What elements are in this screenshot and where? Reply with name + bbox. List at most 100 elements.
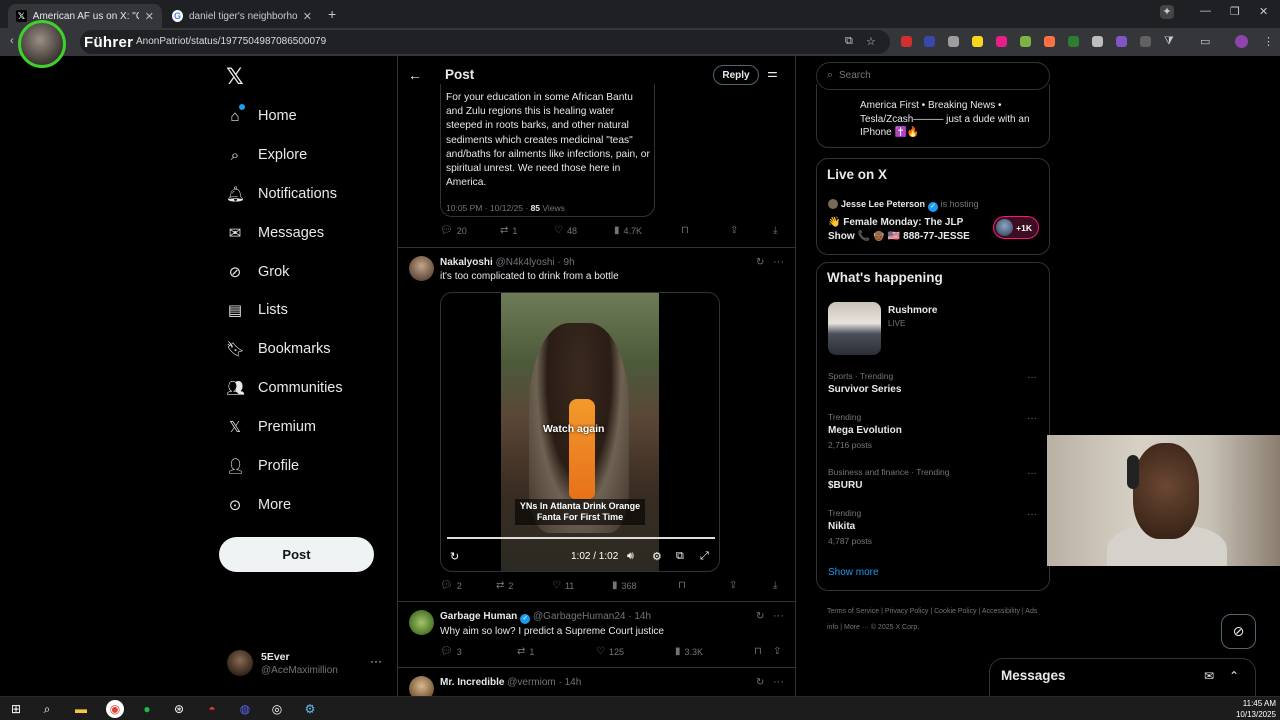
messages-drawer[interactable]: Messages ✉ ⌃ — [989, 658, 1256, 696]
reply-action[interactable]: 💬︎ 2 — [440, 580, 462, 591]
extensions-puzzle-icon[interactable]: ⧩ — [1164, 35, 1174, 48]
account-handle[interactable]: @AceMaximillion — [261, 665, 338, 676]
share-action[interactable]: ⇪ — [730, 225, 742, 236]
trend-more-icon[interactable]: ··· — [1027, 509, 1037, 520]
nav-grok[interactable]: ⊘ Grok — [226, 260, 290, 284]
bookmark-action[interactable]: ⊓ — [678, 580, 690, 591]
trend-more-icon[interactable]: ··· — [1027, 413, 1037, 424]
windows-start-icon[interactable]: ⊞ — [7, 700, 25, 718]
reply-author[interactable]: Garbage Human ✓ @GarbageHuman24 · 14h — [440, 611, 651, 624]
pokeball-icon[interactable]: ◓ — [203, 700, 221, 718]
install-app-icon[interactable]: ⧉ — [845, 35, 853, 48]
extension-icon[interactable] — [901, 36, 912, 47]
views-action[interactable]: ▮ 368 — [612, 580, 637, 591]
bookmark-action[interactable]: ⊓ — [681, 225, 693, 236]
account-name[interactable]: 5Ever — [261, 651, 290, 663]
tab-google[interactable]: G daniel tiger's neighborhood - G ✕ — [164, 4, 320, 28]
trend-more-icon[interactable]: ··· — [1027, 372, 1037, 383]
views-action[interactable]: ▮ 3.3K — [675, 646, 703, 657]
share-action[interactable]: ⇪ — [729, 580, 741, 591]
avatar[interactable] — [409, 610, 434, 635]
system-clock[interactable]: 11:45 AM 10/13/2025 — [1236, 698, 1276, 720]
nav-premium[interactable]: 𝕏 Premium — [226, 415, 316, 439]
nav-messages[interactable]: ✉ Messages — [226, 221, 324, 245]
discord-icon[interactable]: ◍ — [236, 700, 254, 718]
close-window-icon[interactable]: ✕ — [1259, 5, 1268, 18]
reply-author[interactable]: Mr. Incredible @vermiom · 14h — [440, 677, 581, 688]
account-more-icon[interactable]: ··· — [370, 654, 382, 668]
grok-explain-icon[interactable]: ↻ — [756, 257, 764, 268]
steam-icon[interactable]: ⚙ — [301, 700, 319, 718]
profile-avatar-icon[interactable] — [1235, 35, 1248, 48]
nav-bookmarks[interactable]: 🔖︎ Bookmarks — [226, 337, 331, 361]
trend-name[interactable]: Mega Evolution — [828, 425, 902, 436]
back-arrow-icon[interactable]: ← — [408, 67, 422, 83]
grok-explain-icon[interactable]: ↻ — [756, 611, 764, 622]
reply-button[interactable]: Reply — [713, 65, 759, 85]
nav-notifications[interactable]: 🔔︎ Notifications — [226, 182, 337, 206]
extension-icon[interactable] — [1020, 36, 1031, 47]
extension-icon[interactable] — [1092, 36, 1103, 47]
extension-icon[interactable] — [924, 36, 935, 47]
extension-icon[interactable] — [996, 36, 1007, 47]
obs-icon[interactable]: ◎ — [268, 700, 286, 718]
account-avatar[interactable] — [227, 650, 253, 676]
extension-icon[interactable] — [1068, 36, 1079, 47]
maximize-icon[interactable]: ❐ — [1230, 5, 1240, 18]
fullscreen-icon[interactable]: ⤢ — [700, 550, 709, 563]
url-text[interactable]: AnonPatriot/status/1977504987086500079 — [136, 36, 326, 47]
volume-icon[interactable]: 🔊︎ — [627, 550, 634, 563]
featured-trend-title[interactable]: Rushmore — [888, 305, 937, 316]
show-more-link[interactable]: Show more — [828, 567, 879, 578]
nav-home[interactable]: ⌂ Home — [226, 104, 296, 128]
reply-settings-icon[interactable]: ⚌ — [767, 66, 778, 80]
trend-more-icon[interactable]: ··· — [1027, 468, 1037, 479]
new-message-icon[interactable]: ✉ — [1204, 669, 1214, 683]
nav-communities[interactable]: 👥︎ Communities — [226, 376, 343, 400]
app-icon[interactable]: ⊛ — [170, 700, 188, 718]
featured-trend-thumbnail[interactable] — [828, 302, 881, 355]
browser-menu-icon[interactable]: ⋮ — [1263, 35, 1274, 48]
nav-profile[interactable]: 👤︎ Profile — [226, 454, 299, 478]
grok-explain-icon[interactable]: ↻ — [756, 677, 764, 688]
like-action[interactable]: ♡ 11 — [552, 580, 574, 591]
extension-icon[interactable] — [948, 36, 959, 47]
download-action[interactable]: ⤓ — [773, 580, 781, 591]
file-explorer-icon[interactable]: ▬ — [72, 700, 90, 718]
bookmark-action[interactable]: ⊓ — [754, 646, 766, 657]
spotify-icon[interactable]: ● — [138, 700, 156, 718]
extension-icon[interactable] — [1116, 36, 1127, 47]
search-icon[interactable]: ⌕ — [38, 700, 56, 718]
nav-explore[interactable]: ⌕ Explore — [226, 143, 307, 167]
post-button[interactable]: Post — [219, 537, 374, 572]
avatar[interactable] — [409, 256, 434, 281]
more-icon[interactable]: ··· — [773, 256, 784, 268]
more-icon[interactable]: ··· — [773, 610, 784, 622]
chrome-icon[interactable]: ◉ — [106, 700, 124, 718]
views-action[interactable]: ▮ 4.7K — [614, 225, 642, 236]
omnibox[interactable]: AnonPatriot/status/1977504987086500079 — [80, 30, 890, 54]
repost-action[interactable]: ⇄ 1 — [517, 646, 534, 657]
pip-icon[interactable]: ⧉ — [676, 550, 684, 563]
replay-icon[interactable]: ↻ — [450, 550, 459, 563]
repost-action[interactable]: ⇄ 2 — [496, 580, 513, 591]
video-progress-bar[interactable] — [447, 537, 715, 539]
trend-name[interactable]: $BURU — [828, 480, 862, 491]
reply-action[interactable]: 💬︎ 20 — [440, 225, 467, 236]
live-host[interactable]: Jesse Lee Peterson ✓ is hosting — [828, 199, 979, 212]
new-tab-button[interactable]: + — [328, 6, 336, 22]
back-icon[interactable]: ‹ — [10, 35, 14, 47]
x-logo-icon[interactable]: 𝕏 — [226, 64, 244, 90]
extension-icon[interactable] — [1140, 36, 1151, 47]
minimize-icon[interactable]: — — [1200, 5, 1211, 17]
like-action[interactable]: ♡ 125 — [596, 646, 624, 657]
more-icon[interactable]: ··· — [773, 676, 784, 688]
live-listener-badge[interactable]: +1K — [993, 216, 1039, 239]
like-action[interactable]: ♡ 48 — [554, 225, 577, 236]
nav-lists[interactable]: ▤ Lists — [226, 298, 288, 322]
download-action[interactable]: ⤓ — [773, 225, 781, 236]
trend-name[interactable]: Nikita — [828, 521, 855, 532]
reply-action[interactable]: 💬︎ 3 — [440, 646, 462, 657]
video-player[interactable]: Watch again YNs In Atlanta Drink Orange … — [440, 292, 720, 572]
nav-more[interactable]: ⊙ More — [226, 493, 291, 517]
